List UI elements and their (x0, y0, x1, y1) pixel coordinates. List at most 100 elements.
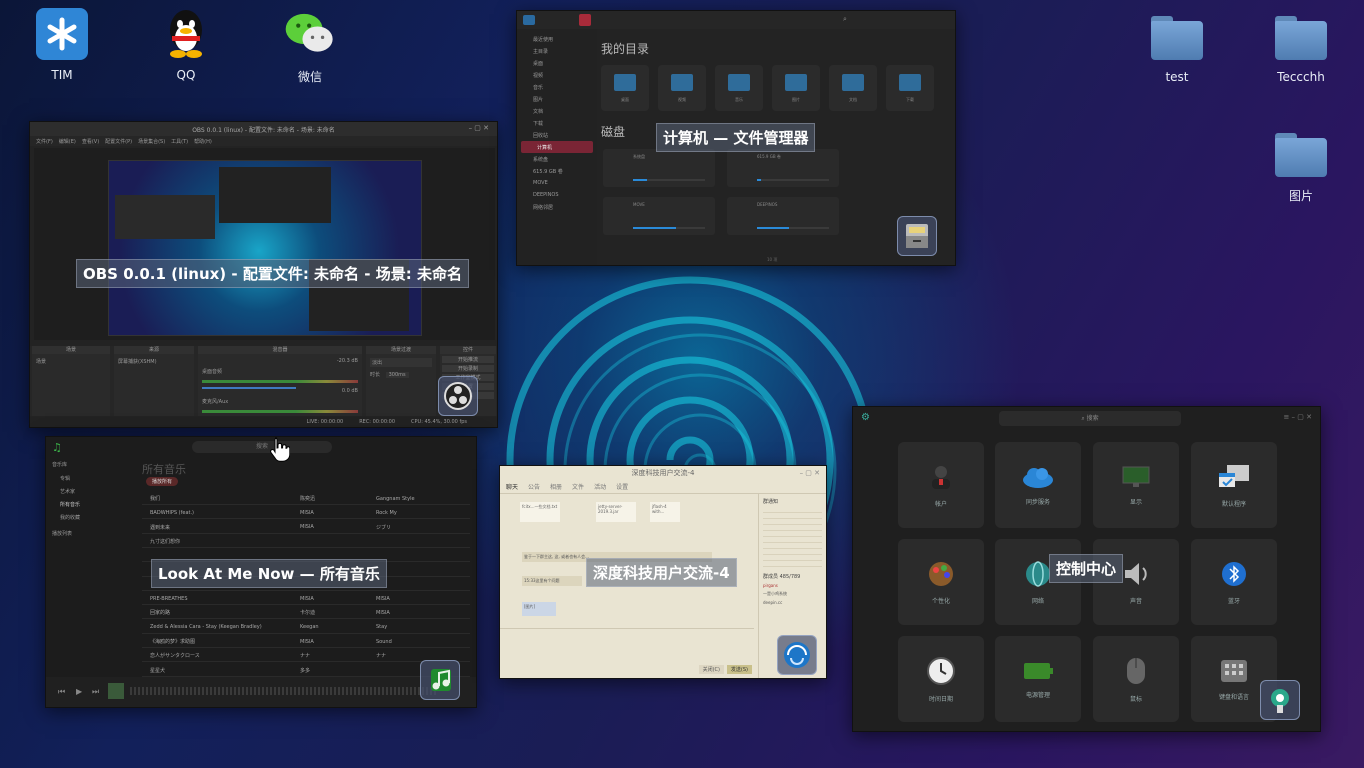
sidebar-item[interactable]: 专辑 (46, 472, 136, 485)
music-titlebar[interactable]: ♫ 搜索 (46, 437, 476, 457)
window-controls[interactable]: – ▢ ✕ (469, 124, 489, 132)
sidebar-item-computer[interactable]: 计算机 (521, 141, 593, 153)
cc-tile-mouse[interactable]: 鼠标 (1093, 636, 1179, 722)
menu-item[interactable]: 文件(F) (36, 138, 53, 145)
sidebar-item[interactable]: 615.9 GB 卷 (517, 165, 597, 177)
dir-tile[interactable]: 桌面 (601, 65, 649, 111)
cc-tile-accounts[interactable]: 帐户 (898, 442, 984, 528)
file-manager-window-label[interactable]: 计算机 — 文件管理器 (656, 123, 816, 152)
source-item[interactable]: 屏幕捕获(XSHM) (114, 354, 194, 369)
cc-tile-power[interactable]: 电源管理 (995, 636, 1081, 722)
play-icon[interactable]: ▶ (76, 687, 82, 696)
send-button[interactable]: 发送(S) (726, 665, 752, 674)
start-recording-button[interactable]: 开始录制 (442, 365, 494, 372)
sidebar-item[interactable]: 下载 (517, 117, 597, 129)
sidebar-item[interactable]: DEEPINOS (517, 189, 597, 201)
album-cover[interactable] (108, 683, 124, 699)
search-icon[interactable]: ⌕ (843, 15, 847, 24)
chat-titlebar[interactable]: 深度科技用户交流-4 – ▢ ✕ (500, 466, 826, 480)
music-search-input[interactable]: 搜索 (192, 441, 332, 453)
member-item[interactable]: pirgans (763, 583, 822, 588)
close-button[interactable]: 关闭(C) (698, 665, 724, 674)
sidebar-item[interactable]: 图片 (517, 93, 597, 105)
dir-tile[interactable]: 文档 (829, 65, 877, 111)
member-item[interactable]: deepin.cc (763, 600, 822, 605)
cc-tile-default-apps[interactable]: 默认程序 (1191, 442, 1277, 528)
tab-chat[interactable]: 聊天 (506, 482, 518, 491)
desktop-icon-qq[interactable]: QQ (146, 8, 226, 82)
song-row[interactable]: BADWHIPS (feat.) MISIA Rock My (142, 507, 470, 520)
song-row[interactable]: 遇到未来 MISIA ジブリ (142, 522, 470, 534)
obs-window-label[interactable]: OBS 0.0.1 (linux) - 配置文件: 未命名 - 场景: 未命名 (76, 259, 469, 288)
sidebar-item[interactable]: 艺术家 (46, 485, 136, 498)
file-card[interactable]: jetty-server-2019.3.jar (596, 502, 636, 522)
cc-tile-cloud-sync[interactable]: 同步服务 (995, 442, 1081, 528)
transition-select[interactable]: 淡出 (370, 358, 432, 367)
song-row[interactable]: 九寸这们想你 (142, 536, 470, 548)
desktop-icon-tim[interactable]: TIM (22, 8, 102, 82)
song-row[interactable]: 我们 陈奕迅 Gangnam Style (142, 493, 470, 505)
disk-item[interactable]: MOVE (603, 197, 715, 235)
song-row[interactable]: 《海鸥的梦》求助图 MISIA Sound (142, 636, 470, 648)
window-controls[interactable]: – ▢ ✕ (800, 466, 820, 480)
menu-item[interactable]: 配置文件(P) (105, 138, 132, 145)
menu-item[interactable]: 帮助(H) (194, 138, 212, 145)
cc-titlebar[interactable]: ⚙ ⌕ 搜索 ≡ – ▢ ✕ (853, 407, 1320, 431)
song-row[interactable]: 回家的路 卡尔迪 MISIA (142, 607, 470, 620)
song-row[interactable]: PRE-BREATHES MISIA MISIA (142, 593, 470, 606)
chat-input-area[interactable]: 关闭(C) 发送(S) (500, 628, 754, 678)
sidebar-item[interactable]: 系统盘 (517, 153, 597, 165)
file-card[interactable]: jflash-4 with... (650, 502, 680, 522)
dir-tile[interactable]: 视频 (658, 65, 706, 111)
sidebar-item[interactable]: 回收站 (517, 129, 597, 141)
cc-tile-display[interactable]: 显示 (1093, 442, 1179, 528)
member-item[interactable]: 一是小鸡系统 (763, 591, 822, 597)
cc-search-input[interactable]: ⌕ 搜索 (999, 411, 1181, 426)
music-window-label[interactable]: Look At Me Now — 所有音乐 (151, 559, 387, 588)
next-icon[interactable]: ⏭ (92, 687, 99, 697)
file-card[interactable]: fcitx...一些文档.txt (520, 502, 560, 522)
desktop-icon-test[interactable]: test (1137, 8, 1217, 84)
waveform-progress[interactable] (130, 687, 436, 695)
desktop-icon-teccchh[interactable]: Teccchh (1261, 8, 1341, 84)
start-streaming-button[interactable]: 开始推流 (442, 356, 494, 363)
disk-item[interactable]: DEEPINOS (727, 197, 839, 235)
desktop-icon-pictures[interactable]: 图片 (1261, 125, 1341, 204)
tab-album[interactable]: 相册 (550, 482, 562, 491)
tab-files[interactable]: 文件 (572, 482, 584, 491)
obs-titlebar[interactable]: OBS 0.0.1 (linux) - 配置文件: 未命名 - 场景: 未命名 … (30, 122, 497, 136)
menu-item[interactable]: 工具(T) (171, 138, 188, 145)
chat-window-label[interactable]: 深度科技用户交流-4 (586, 558, 737, 587)
dir-tile[interactable]: 下载 (886, 65, 934, 111)
scene-item[interactable]: 场景 (32, 354, 110, 369)
menu-item[interactable]: 编辑(E) (59, 138, 76, 145)
control-center-window-label[interactable]: 控制中心 (1049, 554, 1124, 583)
tab-announcement[interactable]: 公告 (528, 482, 540, 491)
cc-tile-bluetooth[interactable]: 蓝牙 (1191, 539, 1277, 625)
disk-item[interactable]: 615.9 GB 卷 (727, 149, 839, 187)
obs-preview-canvas[interactable] (108, 160, 422, 336)
sidebar-item-all-music[interactable]: 所有音乐 (46, 498, 136, 511)
dir-tile[interactable]: 音乐 (715, 65, 763, 111)
tab-activity[interactable]: 活动 (594, 482, 606, 491)
sidebar-item[interactable]: 主目录 (517, 45, 597, 57)
sidebar-item[interactable]: 网络邻居 (517, 201, 597, 213)
sidebar-item[interactable]: MOVE (517, 177, 597, 189)
song-row[interactable]: 恋人がサンタクロース ナナ ナナ (142, 650, 470, 663)
menu-item[interactable]: 场景集合(S) (138, 138, 165, 145)
sidebar-item[interactable]: 文档 (517, 105, 597, 117)
sidebar-item[interactable]: 桌面 (517, 57, 597, 69)
cc-tile-datetime[interactable]: 时间日期 (898, 636, 984, 722)
prev-icon[interactable]: ⏮ (58, 687, 65, 697)
duration-input[interactable]: 300ms (385, 372, 409, 378)
fm-titlebar[interactable]: ⌕ (517, 11, 955, 29)
disk-item[interactable]: 系统盘 (603, 149, 715, 187)
window-controls[interactable]: ≡ – ▢ ✕ (1283, 413, 1312, 421)
dir-tile[interactable]: 图片 (772, 65, 820, 111)
cc-tile-personalization[interactable]: 个性化 (898, 539, 984, 625)
song-row[interactable]: Zedd & Alessia Cara - Stay (Keegan Bradl… (142, 622, 470, 634)
desktop-icon-wechat[interactable]: 微信 (270, 8, 350, 85)
play-all-button[interactable]: 播放所有 (146, 477, 179, 486)
sidebar-item[interactable]: 最近使用 (517, 33, 597, 45)
fm-toolbar-button[interactable] (579, 14, 591, 26)
